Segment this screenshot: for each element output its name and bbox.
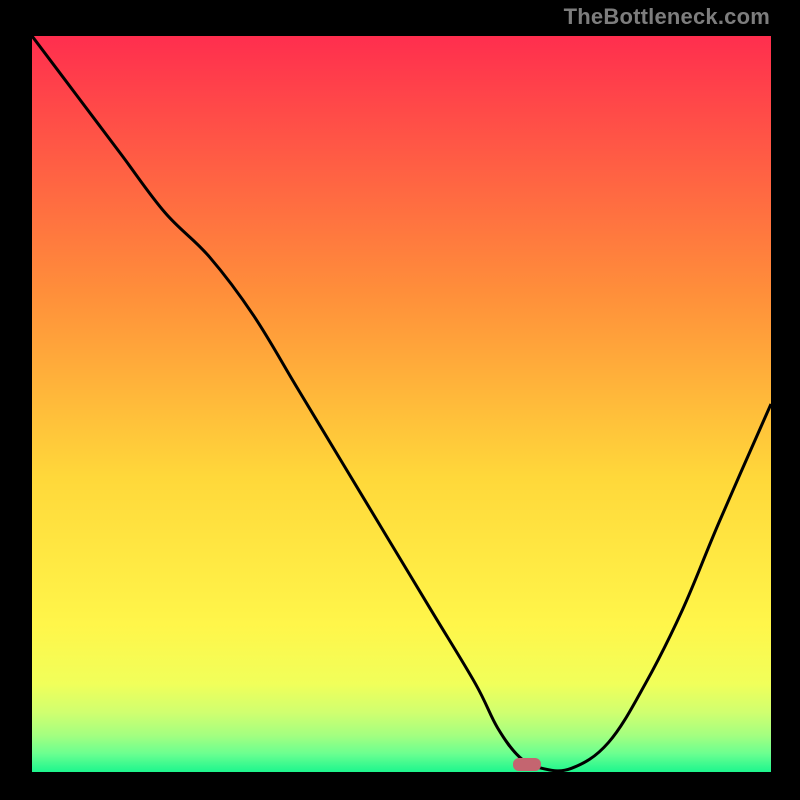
optimum-marker bbox=[513, 758, 541, 771]
plot-area bbox=[32, 36, 771, 772]
bottleneck-curve bbox=[32, 36, 771, 772]
curve-path bbox=[32, 36, 771, 771]
watermark-text: TheBottleneck.com bbox=[564, 6, 770, 28]
chart-frame: TheBottleneck.com bbox=[0, 0, 800, 800]
